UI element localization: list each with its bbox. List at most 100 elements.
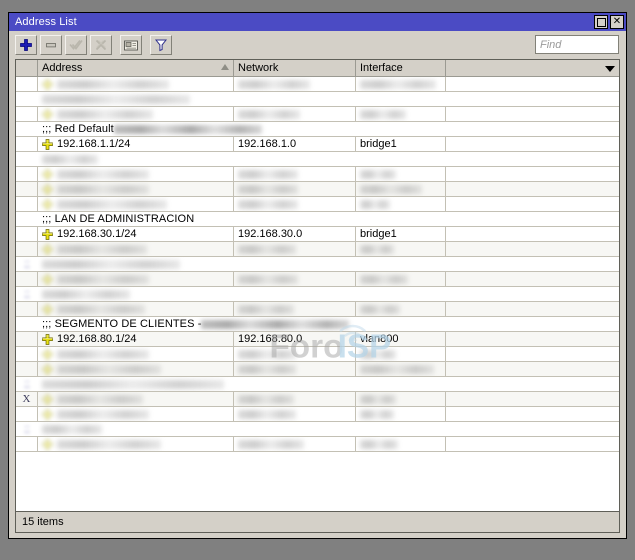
row-address-cell	[38, 272, 234, 286]
table-row[interactable]	[16, 347, 619, 362]
row-interface-cell	[356, 392, 446, 406]
filter-button[interactable]	[150, 35, 172, 55]
row-comment-cell: ;;; Red Default	[38, 122, 619, 136]
row-comment-cell	[38, 422, 619, 436]
window-title: Address List	[15, 16, 77, 28]
row-interface-cell	[356, 437, 446, 451]
redacted-text	[57, 199, 167, 209]
table-row[interactable]	[16, 407, 619, 422]
row-network-cell: 192.168.1.0	[234, 137, 356, 151]
table-comment-row[interactable]: ;;	[16, 287, 619, 302]
address-icon	[42, 198, 53, 210]
table-comment-row[interactable]: ;;; SEGMENTO DE CLIENTES -	[16, 317, 619, 332]
redacted-text	[42, 154, 98, 164]
redacted-text	[57, 274, 149, 284]
table-row[interactable]	[16, 197, 619, 212]
redacted-text	[57, 244, 147, 254]
table-row[interactable]	[16, 107, 619, 122]
row-flag-cell	[16, 167, 38, 181]
table-comment-row[interactable]	[16, 152, 619, 167]
address-value: 192.168.1.1/24	[57, 138, 131, 150]
column-header-network[interactable]: Network	[234, 60, 356, 76]
column-header-network-label: Network	[238, 62, 279, 74]
table-row[interactable]: 192.168.1.1/24 192.168.1.0 bridge1	[16, 137, 619, 152]
row-flag-cell	[16, 362, 38, 376]
enable-button[interactable]	[65, 35, 87, 55]
row-address-cell	[38, 242, 234, 256]
address-icon	[42, 273, 53, 285]
redacted-text	[57, 349, 149, 359]
redacted-text	[238, 349, 296, 359]
redacted-text	[238, 274, 298, 284]
close-button[interactable]: ✕	[610, 15, 624, 29]
table-row[interactable]: X	[16, 392, 619, 407]
row-interface-cell	[356, 242, 446, 256]
table-comment-row[interactable]	[16, 92, 619, 107]
row-flag-cell: X	[16, 392, 38, 406]
row-flag-cell	[16, 227, 38, 241]
table-row[interactable]	[16, 362, 619, 377]
disable-button[interactable]	[90, 35, 112, 55]
maximize-button[interactable]	[594, 15, 608, 29]
row-interface-cell	[356, 77, 446, 91]
row-flag-cell	[16, 407, 38, 421]
table-row[interactable]	[16, 242, 619, 257]
redacted-text	[360, 409, 394, 419]
interface-value: bridge1	[360, 138, 397, 150]
row-interface-cell	[356, 347, 446, 361]
row-address-cell: 192.168.80.1/24	[38, 332, 234, 346]
table-row[interactable]	[16, 182, 619, 197]
row-network-cell	[234, 107, 356, 121]
table-row[interactable]	[16, 167, 619, 182]
table-row[interactable]: 192.168.30.1/24 192.168.30.0 bridge1	[16, 227, 619, 242]
table-row[interactable]	[16, 437, 619, 452]
address-table: Address Network Interface ;;; Red Defaul…	[15, 59, 620, 511]
minus-icon	[46, 43, 56, 48]
redacted-text	[42, 379, 224, 389]
table-comment-row[interactable]: ;;	[16, 422, 619, 437]
funnel-icon	[154, 39, 168, 52]
row-flag-cell: ;;	[16, 422, 38, 436]
table-comment-row[interactable]: ;;; LAN DE ADMINISTRACION	[16, 212, 619, 227]
comment-button[interactable]	[120, 35, 142, 55]
column-header-menu[interactable]	[446, 60, 619, 76]
find-input[interactable]: Find	[535, 35, 619, 54]
table-row[interactable]	[16, 272, 619, 287]
column-header-interface[interactable]: Interface	[356, 60, 446, 76]
address-list-window: Address List ✕ Find Address Network Inte…	[8, 12, 627, 539]
redacted-text	[360, 304, 400, 314]
row-extra-cell	[446, 272, 619, 286]
window-titlebar[interactable]: Address List ✕	[9, 13, 626, 31]
row-flag-cell	[16, 152, 38, 166]
row-interface-cell: bridge1	[356, 137, 446, 151]
table-comment-row[interactable]: ;;; Red Default	[16, 122, 619, 137]
row-interface-cell: bridge1	[356, 227, 446, 241]
column-header-address[interactable]: Address	[38, 60, 234, 76]
row-extra-cell	[446, 107, 619, 121]
column-header-flag[interactable]	[16, 60, 38, 76]
row-flag-cell: ;;	[16, 287, 38, 301]
redacted-text	[42, 259, 180, 269]
address-icon	[42, 228, 53, 240]
address-icon	[42, 303, 53, 315]
table-comment-row[interactable]: ;;	[16, 257, 619, 272]
redacted-text	[57, 184, 149, 194]
row-flag-cell	[16, 332, 38, 346]
row-network-cell	[234, 437, 356, 451]
row-interface-cell	[356, 407, 446, 421]
chevron-down-icon	[605, 66, 615, 72]
redacted-text	[57, 439, 161, 449]
remove-button[interactable]	[40, 35, 62, 55]
comment-text: ;;; LAN DE ADMINISTRACION	[42, 213, 195, 225]
plus-icon	[20, 39, 32, 51]
row-interface-cell	[356, 272, 446, 286]
row-network-cell	[234, 302, 356, 316]
address-icon	[42, 393, 53, 405]
table-row[interactable]	[16, 302, 619, 317]
table-comment-row[interactable]: ;;	[16, 377, 619, 392]
table-row[interactable]	[16, 77, 619, 92]
redacted-text	[360, 184, 422, 194]
add-button[interactable]	[15, 35, 37, 55]
table-row[interactable]: 192.168.80.1/24 192.168.80.0 vlan800	[16, 332, 619, 347]
address-value: 192.168.30.1/24	[57, 228, 137, 240]
